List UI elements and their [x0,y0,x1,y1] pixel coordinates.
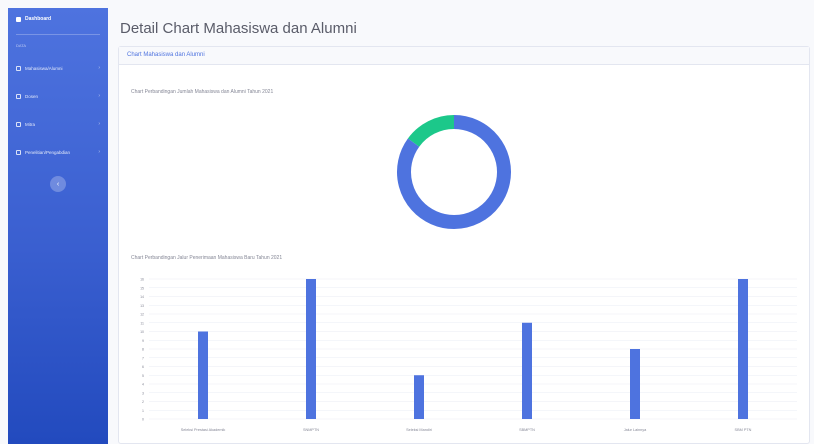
bar-4 [630,349,640,419]
sidebar-item-label: Mahasiswa/Alumni [25,65,63,71]
app: Dashboard Data Mahasiswa/Alumni › Dosen … [0,0,814,444]
y-tick-label: 11 [140,321,144,325]
sidebar-item-label: Penelitian/Pengabdian [25,149,71,155]
x-tick-label: SBMPTN [519,428,535,432]
y-tick-label: 12 [140,313,144,317]
y-tick-label: 9 [142,339,144,343]
sidebar-toggle-button[interactable]: ‹ [50,176,66,192]
brand-label: Dashboard [25,16,52,22]
y-tick-label: 0 [142,418,144,422]
card-header: Chart Mahasiswa dan Alumni [119,47,809,65]
main-content: Detail Chart Mahasiswa dan Alumni Chart … [114,8,814,444]
y-tick-label: 14 [140,295,144,299]
bar-0 [198,331,208,419]
bar-1 [306,279,316,419]
sidebar-item-label: Mitra [25,121,35,127]
handshake-icon [16,121,21,127]
donut-chart-svg [397,115,511,229]
sidebar-brand[interactable]: Dashboard [8,8,108,30]
book-icon [16,149,21,155]
x-tick-label: Seleksi Mandiri [406,428,432,432]
chevron-right-icon: › [98,149,100,155]
chevron-right-icon: › [98,121,100,127]
bar-3 [522,322,532,419]
chevron-right-icon: › [98,65,100,71]
y-tick-label: 1 [142,409,144,413]
y-tick-label: 4 [142,383,144,387]
y-tick-label: 6 [142,365,144,369]
sidebar-item-mitra[interactable]: Mitra › [8,110,108,138]
bar-chart-title: Chart Perbandingan Jalur Penerimaan Maha… [131,255,283,261]
y-tick-label: 7 [142,356,144,360]
y-tick-label: 5 [142,374,144,378]
bar-chart: 0 1 2 3 4 5 6 7 8 9 10 11 12 13 14 15 16 Seleksi Prestasi… [127,269,811,444]
page-title: Detail Chart Mahasiswa dan Alumni [120,20,357,37]
chalkboard-icon [16,93,21,99]
y-tick-label: 3 [142,391,144,395]
sidebar-item-mahasiswa[interactable]: Mahasiswa/Alumni › [8,54,108,82]
x-tick-label: SNMPTN [303,428,319,432]
y-tick-label: 16 [140,278,144,282]
users-icon [16,65,21,71]
donut-chart-title: Chart Perbandingan Jumlah Mahasiswa dan … [131,89,274,95]
bar-5 [738,279,748,419]
chart-card: Chart Mahasiswa dan Alumni Chart Perband… [118,46,810,444]
sidebar-divider [16,34,100,35]
x-tick-label: SBM PTN [735,428,752,432]
sidebar-heading: Data [16,43,27,48]
sidebar-item-label: Dosen [25,93,39,99]
x-tick-label: Jalur Lainnya [624,428,647,432]
y-tick-label: 15 [140,286,144,290]
home-icon [16,16,21,22]
x-tick-label: Seleksi Prestasi Akademik [181,428,226,432]
sidebar-item-dosen[interactable]: Dosen › [8,82,108,110]
y-tick-label: 13 [140,304,144,308]
sidebar-item-penelitian[interactable]: Penelitian/Pengabdian › [8,138,108,166]
y-tick-label: 10 [140,330,144,334]
y-tick-label: 2 [142,400,144,404]
donut-chart [389,107,519,237]
bar-chart-svg: 012345678910111213141516Seleksi Prestasi… [140,278,797,432]
y-tick-label: 8 [142,348,144,352]
chevron-right-icon: › [98,93,100,99]
bar-2 [414,375,424,419]
sidebar: Dashboard Data Mahasiswa/Alumni › Dosen … [8,8,108,444]
donut-slice-1 [407,115,455,148]
